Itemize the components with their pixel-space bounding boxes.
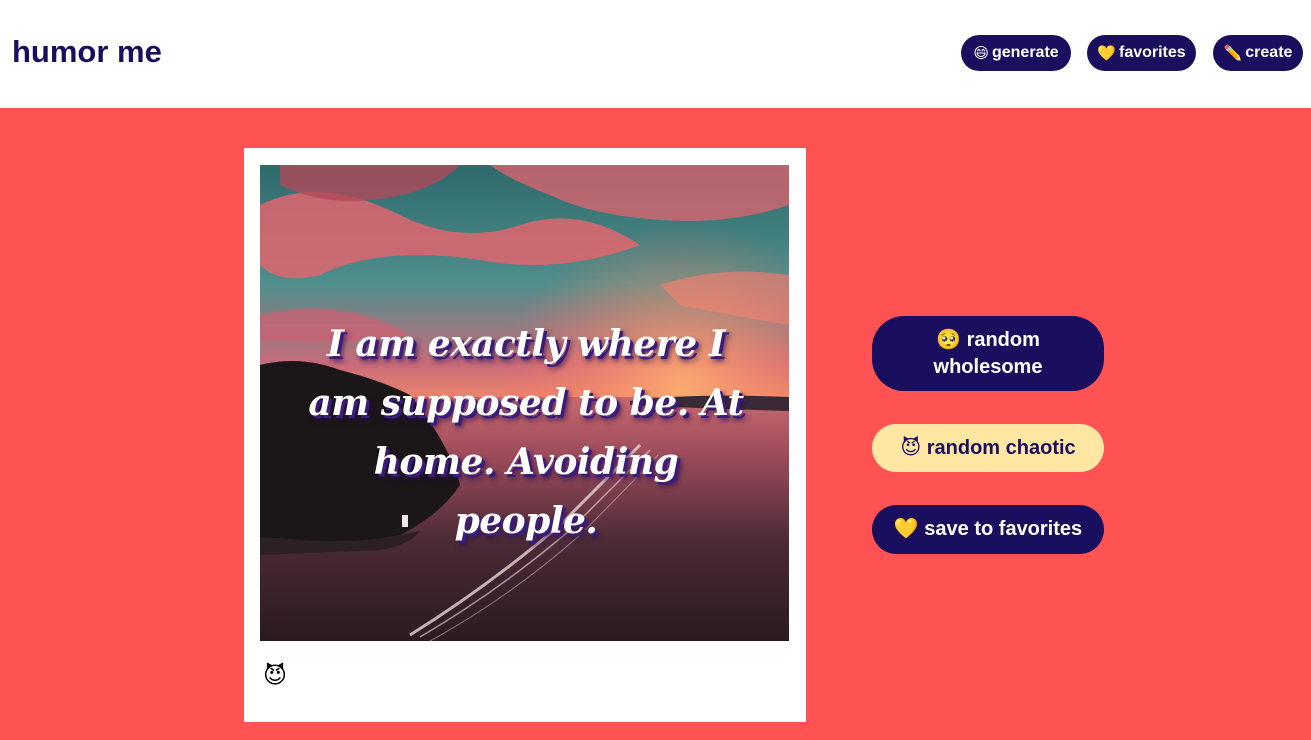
smiling-devil-icon: 😈 xyxy=(900,436,922,459)
random-chaotic-text: random chaotic xyxy=(926,436,1076,459)
nav-create-label: create xyxy=(1245,44,1293,61)
save-to-favorites-text: save to favorites xyxy=(924,518,1083,540)
nav-generate-label: generate xyxy=(991,44,1059,61)
nav-favorites-button[interactable]: 💛 favorites xyxy=(1087,35,1196,71)
meme-card: I am exactly where I am supposed to be. … xyxy=(244,148,806,722)
meme-caption: I am exactly where I am supposed to be. … xyxy=(308,323,744,542)
nav-favorites-label: favorites xyxy=(1118,44,1186,61)
app-title: humor me xyxy=(12,34,162,69)
pleading-face-icon: 🥺 xyxy=(936,328,961,351)
yellow-heart-icon: 💛 xyxy=(1097,45,1116,62)
nav-create-button[interactable]: ✏️ create xyxy=(1213,35,1303,71)
grinning-face-icon: 😄 xyxy=(973,45,989,62)
save-to-favorites-button[interactable]: 💛 save to favorites xyxy=(872,505,1104,554)
yellow-heart-icon: 💛 xyxy=(893,518,919,540)
smiling-devil-icon: 😈 xyxy=(263,662,287,688)
nav-generate-button[interactable]: 😄 generate xyxy=(961,35,1071,71)
top-bar: humor me 😄 generate 💛 favorites ✏️ creat… xyxy=(0,0,1311,108)
random-wholesome-label: 🥺 random wholesome xyxy=(922,327,1054,381)
random-chaotic-button[interactable]: 😈 random chaotic xyxy=(872,424,1104,472)
pencil-icon: ✏️ xyxy=(1223,45,1243,62)
meme-image: I am exactly where I am supposed to be. … xyxy=(260,165,789,641)
random-wholesome-button[interactable]: 🥺 random wholesome xyxy=(872,316,1104,391)
